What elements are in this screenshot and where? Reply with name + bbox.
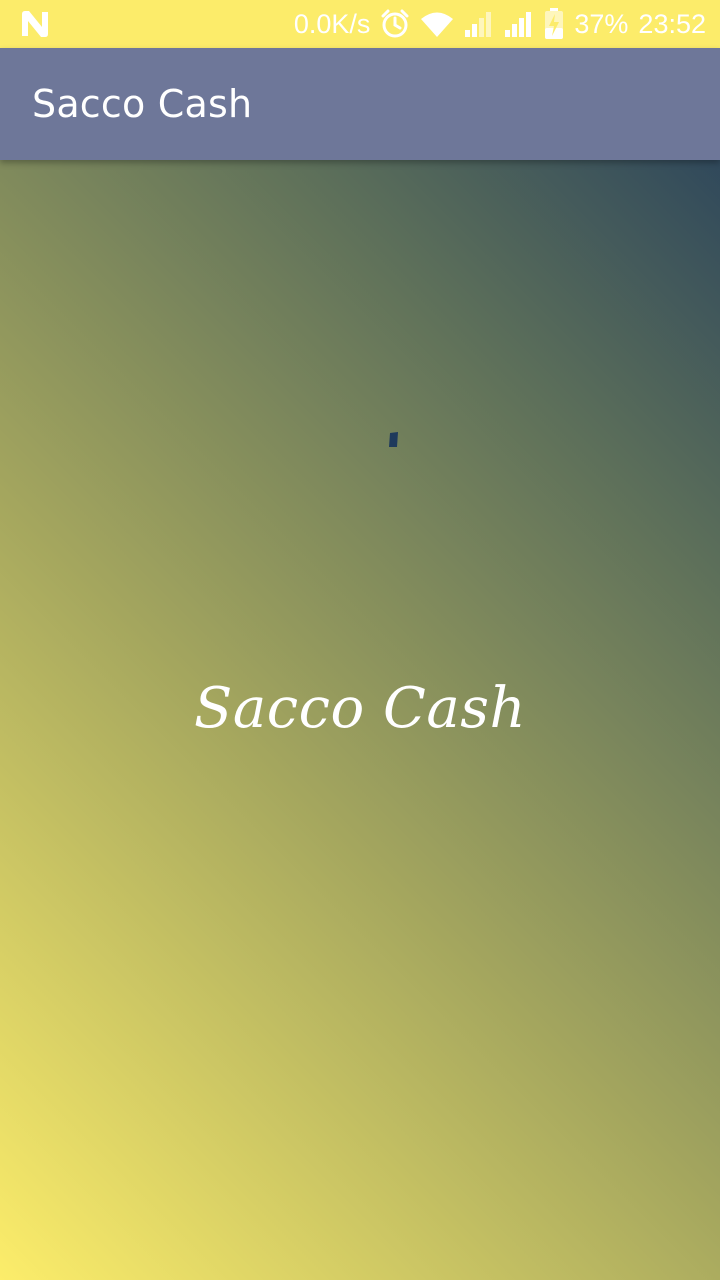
app-bar: Sacco Cash [0,48,720,160]
splash-logo-text: Sacco Cash [193,676,527,741]
alarm-icon [380,9,410,39]
clock: 23:52 [638,8,706,39]
status-icons: 0.0K/s 37% 23:52 [294,0,706,48]
status-bar: 0.0K/s 37% 23:52 [0,0,720,48]
battery-charging-icon [544,8,564,40]
wifi-icon [420,10,454,38]
app-title: Sacco Cash [32,82,253,126]
loading-indicator [389,432,399,448]
network-speed: 0.0K/s [293,8,371,39]
splash-screen: 0.0K/s 37% 23:52 Sacco Cash Sacco Cash [0,0,720,1280]
signal-icon [504,10,534,38]
signal-icon [464,10,494,38]
n-logo-icon [20,10,50,38]
battery-percent: 37% [574,8,629,39]
